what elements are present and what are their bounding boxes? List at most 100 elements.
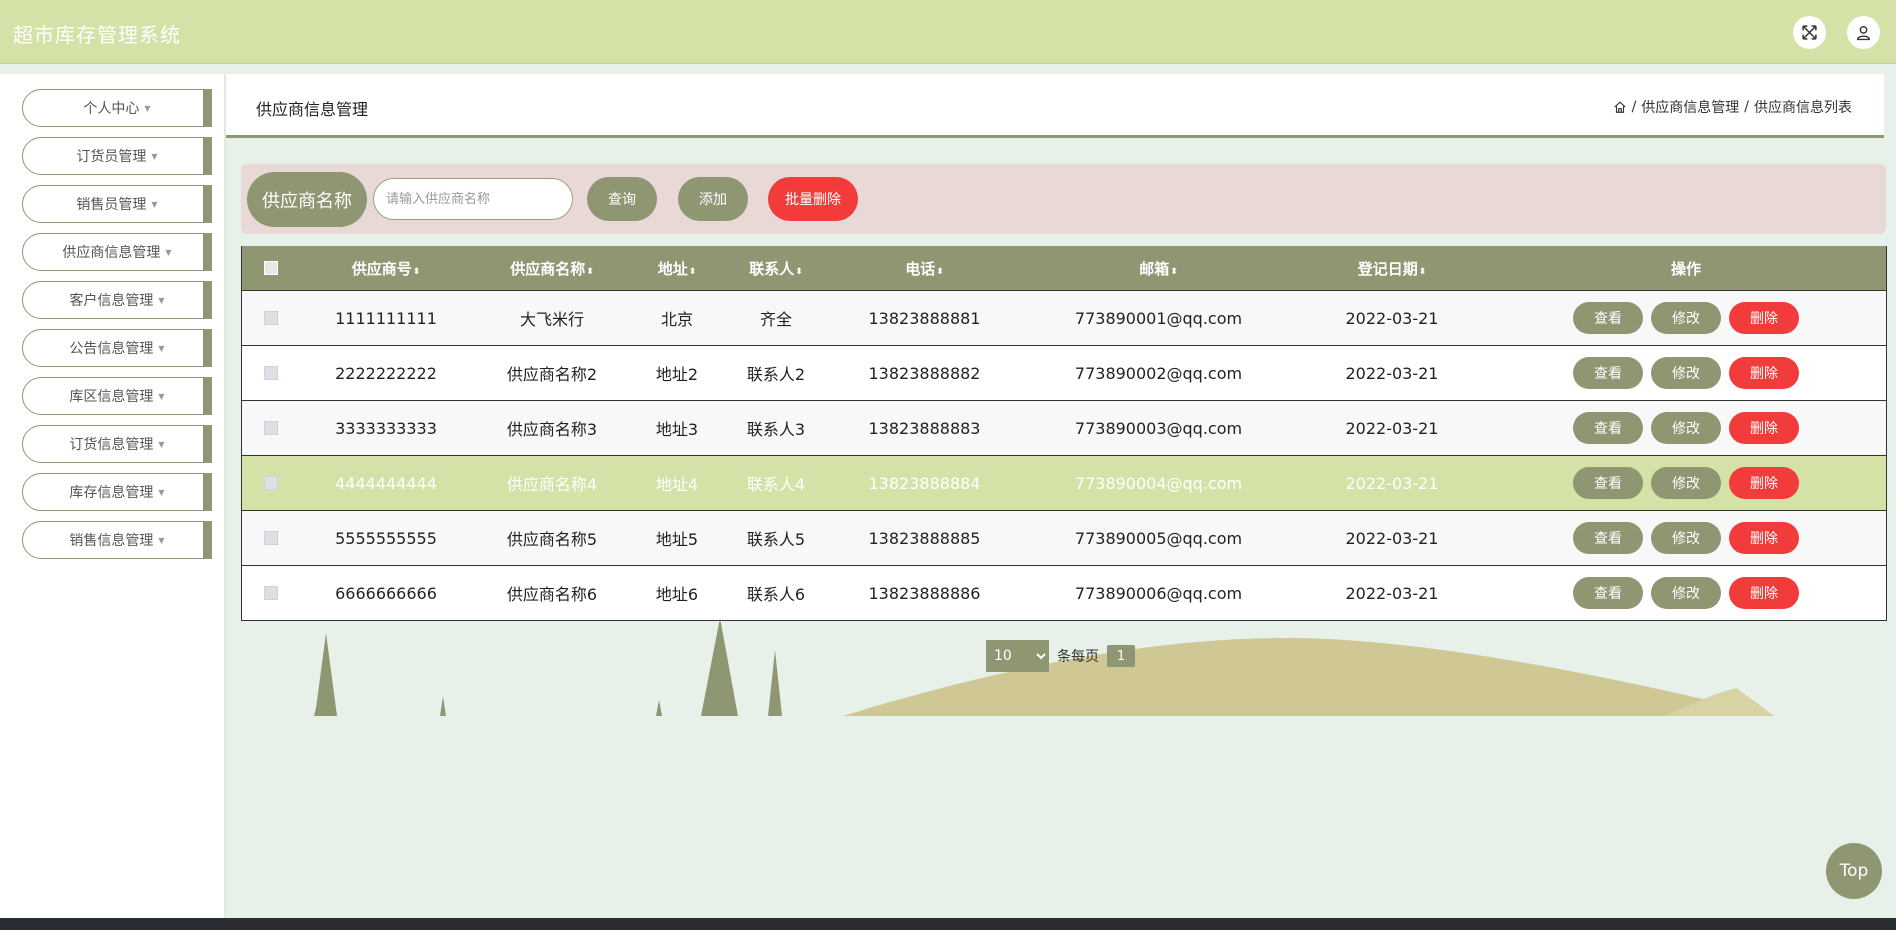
page-number-current[interactable]: 1 xyxy=(1107,645,1135,667)
chevron-down-icon: ▼ xyxy=(165,247,172,257)
breadcrumb-item[interactable]: 供应商信息管理 xyxy=(1641,97,1739,117)
row-actions: 查看 修改 删除 xyxy=(1486,577,1886,609)
view-button[interactable]: 查看 xyxy=(1573,522,1643,554)
table-row[interactable]: 3333333333 供应商名称3 地址3 联系人3 13823888883 7… xyxy=(242,400,1886,455)
user-icon xyxy=(1856,25,1871,41)
sidebar-item-sales[interactable]: 销售信息管理 ▼ xyxy=(22,521,212,559)
cell-supplier-name: 供应商名称5 xyxy=(506,530,598,549)
chevron-down-icon: ▼ xyxy=(144,103,151,113)
sidebar-item-label: 库存信息管理 xyxy=(69,485,154,501)
cell-supplier-id: 1111111111 xyxy=(335,308,437,328)
batch-delete-button[interactable]: 批量删除 xyxy=(768,177,858,221)
back-to-top-button[interactable]: Top xyxy=(1826,843,1882,899)
app-title: 超市库存管理系统 xyxy=(13,23,181,47)
row-checkbox[interactable] xyxy=(264,531,278,545)
sidebar-item-label: 销售员管理 xyxy=(76,197,147,213)
row-checkbox[interactable] xyxy=(264,586,278,600)
view-button[interactable]: 查看 xyxy=(1573,467,1643,499)
sidebar-item-customer[interactable]: 客户信息管理 ▼ xyxy=(22,281,212,319)
query-button[interactable]: 查询 xyxy=(587,177,657,221)
chevron-down-icon: ▼ xyxy=(158,439,165,449)
cell-supplier-id: 6666666666 xyxy=(335,583,437,603)
breadcrumb-separator: / xyxy=(1631,99,1637,115)
edit-button[interactable]: 修改 xyxy=(1651,522,1721,554)
cell-register-date: 2022-03-21 xyxy=(1345,363,1439,383)
column-header-address[interactable]: 地址⬍ xyxy=(632,258,722,279)
view-button[interactable]: 查看 xyxy=(1573,577,1643,609)
delete-button[interactable]: 删除 xyxy=(1729,412,1799,444)
breadcrumb: / 供应商信息管理 / 供应商信息列表 xyxy=(1613,97,1852,117)
pagination: 10 条每页 1 xyxy=(986,640,1135,672)
sort-icon: ⬍ xyxy=(936,266,944,277)
column-header-contact[interactable]: 联系人⬍ xyxy=(722,258,830,279)
sidebar-item-warehouse-zone[interactable]: 库区信息管理 ▼ xyxy=(22,377,212,415)
table-row-hovered[interactable]: 4444444444 供应商名称4 地址4 联系人4 13823888884 7… xyxy=(242,455,1886,510)
cell-phone: 13823888883 xyxy=(868,418,981,438)
user-button[interactable] xyxy=(1847,16,1880,49)
delete-button[interactable]: 删除 xyxy=(1729,357,1799,389)
table-row[interactable]: 2222222222 供应商名称2 地址2 联系人2 13823888882 7… xyxy=(242,345,1886,400)
cell-contact: 联系人3 xyxy=(746,420,806,439)
home-icon[interactable] xyxy=(1613,100,1627,114)
supplier-name-search-input[interactable] xyxy=(373,178,573,220)
column-header-supplier-name[interactable]: 供应商名称⬍ xyxy=(472,258,632,279)
table-row[interactable]: 1111111111 大飞米行 北京 齐全 13823888881 773890… xyxy=(242,290,1886,345)
column-header-email[interactable]: 邮箱⬍ xyxy=(1019,258,1298,279)
view-button[interactable]: 查看 xyxy=(1573,357,1643,389)
row-checkbox[interactable] xyxy=(264,476,278,490)
cell-supplier-id: 3333333333 xyxy=(335,418,437,438)
sidebar-item-notice[interactable]: 公告信息管理 ▼ xyxy=(22,329,212,367)
edit-button[interactable]: 修改 xyxy=(1651,412,1721,444)
cell-supplier-name: 供应商名称3 xyxy=(506,420,598,439)
cell-supplier-id: 2222222222 xyxy=(335,363,437,383)
row-checkbox[interactable] xyxy=(264,366,278,380)
chevron-down-icon: ▼ xyxy=(151,199,158,209)
edit-button[interactable]: 修改 xyxy=(1651,577,1721,609)
view-button[interactable]: 查看 xyxy=(1573,302,1643,334)
cell-phone: 13823888885 xyxy=(868,528,981,548)
column-header-register-date[interactable]: 登记日期⬍ xyxy=(1298,258,1486,279)
table-row[interactable]: 5555555555 供应商名称5 地址5 联系人5 13823888885 7… xyxy=(242,510,1886,565)
cell-contact: 联系人2 xyxy=(746,365,806,384)
edit-button[interactable]: 修改 xyxy=(1651,357,1721,389)
edit-button[interactable]: 修改 xyxy=(1651,467,1721,499)
delete-button[interactable]: 删除 xyxy=(1729,302,1799,334)
sort-icon: ⬍ xyxy=(795,266,803,277)
select-all-checkbox[interactable] xyxy=(264,261,278,275)
cell-phone: 13823888884 xyxy=(868,473,981,493)
cell-register-date: 2022-03-21 xyxy=(1345,473,1439,493)
add-button[interactable]: 添加 xyxy=(678,177,748,221)
cell-register-date: 2022-03-21 xyxy=(1345,583,1439,603)
sidebar-item-orderer[interactable]: 订货员管理 ▼ xyxy=(22,137,212,175)
sort-icon: ⬍ xyxy=(1418,266,1427,277)
sidebar-item-order[interactable]: 订货信息管理 ▼ xyxy=(22,425,212,463)
expand-icon xyxy=(1802,25,1817,40)
edit-button[interactable]: 修改 xyxy=(1651,302,1721,334)
cell-email: 773890002@qq.com xyxy=(1074,363,1243,383)
delete-button[interactable]: 删除 xyxy=(1729,522,1799,554)
column-header-supplier-id[interactable]: 供应商号⬍ xyxy=(300,258,472,279)
top-header: 超市库存管理系统 xyxy=(0,0,1896,64)
cell-email: 773890001@qq.com xyxy=(1074,308,1243,328)
chevron-down-icon: ▼ xyxy=(158,487,165,497)
cell-contact: 联系人5 xyxy=(746,530,806,549)
cell-contact: 联系人6 xyxy=(746,585,806,604)
sidebar-item-salesperson[interactable]: 销售员管理 ▼ xyxy=(22,185,212,223)
select-all-cell xyxy=(242,261,300,275)
fullscreen-button[interactable] xyxy=(1793,16,1826,49)
row-checkbox[interactable] xyxy=(264,421,278,435)
os-taskbar xyxy=(0,918,1896,930)
delete-button[interactable]: 删除 xyxy=(1729,577,1799,609)
search-bar: 供应商名称 查询 添加 批量删除 xyxy=(241,164,1886,234)
sidebar-item-inventory[interactable]: 库存信息管理 ▼ xyxy=(22,473,212,511)
table-row[interactable]: 6666666666 供应商名称6 地址6 联系人6 13823888886 7… xyxy=(242,565,1886,620)
sidebar-item-supplier[interactable]: 供应商信息管理 ▼ xyxy=(22,233,212,271)
cell-phone: 13823888886 xyxy=(868,583,981,603)
page-size-select[interactable]: 10 xyxy=(986,640,1049,672)
column-header-phone[interactable]: 电话⬍ xyxy=(830,258,1019,279)
row-checkbox[interactable] xyxy=(264,311,278,325)
sidebar-item-personal-center[interactable]: 个人中心 ▼ xyxy=(22,89,212,127)
delete-button[interactable]: 删除 xyxy=(1729,467,1799,499)
view-button[interactable]: 查看 xyxy=(1573,412,1643,444)
sidebar-item-label: 公告信息管理 xyxy=(69,341,154,357)
